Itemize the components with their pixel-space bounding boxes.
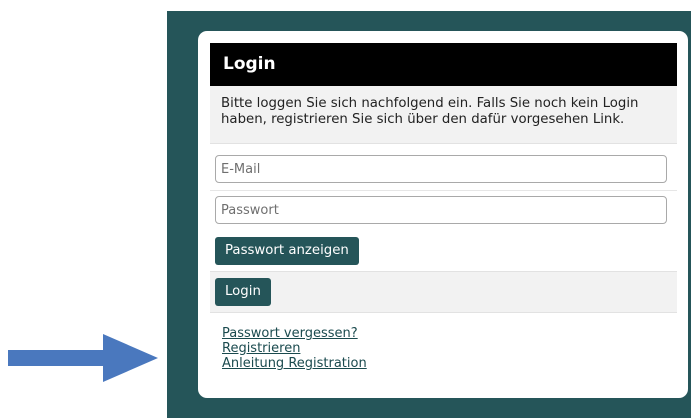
arrow-right-icon — [8, 334, 158, 382]
registration-guide-link[interactable]: Anleitung Registration — [222, 356, 677, 371]
login-card-title: Login — [210, 43, 677, 86]
forgot-password-link[interactable]: Passwort vergessen? — [222, 326, 677, 341]
email-row — [210, 150, 677, 191]
login-button[interactable]: Login — [215, 278, 271, 306]
login-button-row: Login — [210, 272, 677, 313]
register-link[interactable]: Registrieren — [222, 341, 677, 356]
login-info-text: Bitte loggen Sie sich nachfolgend ein. F… — [210, 86, 677, 144]
login-card: Login Bitte loggen Sie sich nachfolgend … — [198, 31, 688, 398]
password-row — [210, 191, 677, 232]
email-field[interactable] — [215, 155, 667, 183]
show-password-button[interactable]: Passwort anzeigen — [215, 237, 359, 265]
login-links: Passwort vergessen? Registrieren Anleitu… — [210, 313, 677, 387]
show-password-row: Passwort anzeigen — [210, 231, 677, 272]
password-field[interactable] — [215, 196, 667, 224]
page: Login Bitte loggen Sie sich nachfolgend … — [0, 0, 691, 418]
